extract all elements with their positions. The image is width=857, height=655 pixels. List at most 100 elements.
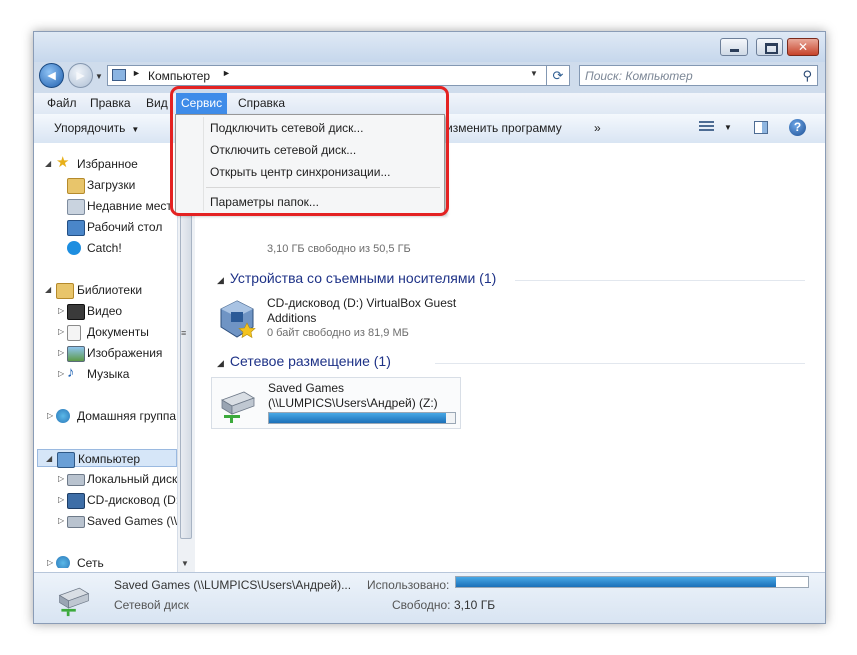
expand-arrow-icon[interactable]: ◢ (45, 281, 51, 299)
network-drive-name-line1: Saved Games (268, 381, 345, 395)
maximize-button[interactable] (756, 38, 783, 56)
view-options-icon[interactable] (699, 121, 714, 134)
sidebar-item-libraries[interactable]: ◢ Библиотеки (34, 281, 177, 299)
sidebar-item-recent[interactable]: Недавние мест (34, 197, 177, 215)
group-divider (515, 280, 805, 281)
breadcrumb-computer[interactable]: Компьютер (148, 69, 210, 83)
annotation-highlight (170, 86, 449, 216)
search-placeholder: Поиск: Компьютер (585, 69, 693, 83)
collapse-arrow-icon[interactable]: ▷ (47, 554, 53, 568)
breadcrumb-arrow-icon[interactable]: ► (132, 68, 141, 78)
collapse-arrow-icon[interactable]: ▷ (58, 302, 64, 320)
recent-pages-dropdown[interactable]: ▼ (95, 72, 103, 81)
navigation-pane: ◢ ★ Избранное Загрузки Недавние мест Раб… (34, 143, 178, 572)
address-dropdown-icon[interactable]: ▼ (530, 69, 538, 78)
sidebar-item-favorites[interactable]: ◢ ★ Избранное (34, 154, 177, 173)
collapse-arrow-icon[interactable]: ▷ (58, 323, 64, 341)
breadcrumb-arrow-icon[interactable]: ► (222, 68, 231, 78)
cd-drive-name: CD-дисковод (D:) VirtualBox Guest Additio… (267, 296, 456, 326)
sidebar-item-pictures[interactable]: ▷ Изображения (34, 344, 177, 362)
change-program-button[interactable]: изменить программу (446, 121, 562, 135)
expand-arrow-icon[interactable]: ◢ (45, 155, 51, 173)
menu-view[interactable]: Вид (141, 93, 173, 114)
search-icon[interactable]: ⚲ (802, 68, 812, 84)
sidebar-item-music[interactable]: ▷ ♪ Музыка (34, 364, 177, 383)
chevron-down-icon[interactable]: ▼ (724, 123, 732, 132)
sidebar-item-label: Catch! (87, 241, 122, 255)
details-pane: Saved Games (\\LUMPICS\Users\Андрей)... … (34, 572, 825, 623)
cd-drive-item[interactable]: CD-дисковод (D:) VirtualBox Guest Additio… (211, 293, 471, 345)
collapse-arrow-icon[interactable]: ▷ (58, 512, 64, 530)
virtualbox-cd-icon (220, 300, 256, 339)
computer-icon (112, 69, 126, 81)
collapse-arrow-icon[interactable]: ▷ (58, 470, 64, 488)
sidebar-item-documents[interactable]: ▷ Документы (34, 323, 177, 341)
forward-button[interactable]: ► (68, 63, 93, 88)
hidden-drive-free-space: 3,10 ГБ свободно из 50,5 ГБ (267, 243, 411, 255)
sidebar-item-label: Сеть (77, 556, 104, 568)
sidebar-item-saved-games[interactable]: ▷ Saved Games (\\L (34, 512, 177, 530)
pictures-icon (67, 346, 85, 362)
removable-group-header[interactable]: ◢ Устройства со съемными носителями (1) (217, 270, 496, 286)
cd-drive-free-space: 0 байт свободно из 81,9 МБ (267, 327, 409, 339)
collapse-arrow-icon[interactable]: ▷ (58, 365, 64, 383)
network-group-header[interactable]: ◢ Сетевое размещение (1) (217, 353, 391, 369)
menu-file[interactable]: Файл (42, 93, 82, 114)
collapse-arrow-icon[interactable]: ▷ (47, 407, 53, 425)
recent-places-icon (67, 199, 85, 215)
sidebar-item-label: Локальный диск (87, 472, 177, 486)
sidebar-item-desktop[interactable]: Рабочий стол (34, 218, 177, 236)
sidebar-item-computer[interactable]: ◢ Компьютер (37, 449, 177, 468)
details-usage-bar (455, 576, 809, 588)
search-input[interactable]: Поиск: Компьютер ⚲ (579, 65, 818, 86)
video-icon (67, 304, 85, 320)
hard-drive-icon (67, 474, 85, 486)
usage-bar-fill (456, 577, 777, 587)
back-button[interactable]: ◄ (39, 63, 64, 88)
more-commands-button[interactable]: » (594, 121, 601, 135)
refresh-button[interactable]: ⟳ (546, 65, 570, 86)
homegroup-icon (56, 409, 70, 423)
group-header-label: Сетевое размещение (1) (229, 353, 391, 369)
help-icon[interactable]: ? (789, 119, 806, 136)
preview-pane-icon[interactable] (754, 121, 768, 134)
organize-button[interactable]: Упорядочить ▼ (54, 121, 139, 135)
group-collapse-icon[interactable]: ◢ (217, 275, 224, 285)
sidebar-item-homegroup[interactable]: ▷ Домашняя группа (34, 407, 177, 425)
sidebar-item-label: CD-дисковод (D: (87, 493, 177, 507)
sidebar-item-label: Документы (87, 325, 149, 339)
sidebar-item-label: Избранное (77, 157, 138, 171)
sidebar-item-catch[interactable]: Catch! (34, 239, 177, 257)
network-drive-item[interactable]: Saved Games (\\LUMPICS\Users\Андрей) (Z:) (211, 377, 461, 429)
scroll-thumb[interactable] (180, 159, 192, 539)
sidebar-item-label: Библиотеки (77, 283, 143, 297)
arrow-left-icon: ◄ (44, 67, 59, 83)
menu-edit[interactable]: Правка (85, 93, 136, 114)
usage-bar-fill (269, 413, 446, 423)
sidebar-item-label: Загрузки (87, 178, 136, 192)
sidebar-item-video[interactable]: ▷ Видео (34, 302, 177, 320)
sidebar-item-label: Компьютер (78, 452, 141, 466)
details-used-label: Использовано: (367, 578, 450, 592)
expand-arrow-icon[interactable]: ◢ (46, 450, 52, 468)
sidebar-item-cd-drive[interactable]: ▷ CD-дисковод (D: (34, 491, 177, 509)
sidebar-item-downloads[interactable]: Загрузки (34, 176, 177, 194)
sidebar-item-network[interactable]: ▷ Сеть (34, 554, 177, 568)
minimize-button[interactable] (720, 38, 748, 56)
sidebar-item-label: Рабочий стол (87, 220, 163, 234)
scroll-down-icon[interactable]: ▼ (181, 559, 189, 568)
star-icon: ★ (56, 154, 70, 171)
collapse-arrow-icon[interactable]: ▷ (58, 344, 64, 362)
catch-icon (67, 241, 81, 255)
group-collapse-icon[interactable]: ◢ (217, 358, 224, 368)
sidebar-item-local-disk[interactable]: ▷ Локальный диск (34, 470, 177, 488)
details-item-type: Сетевой диск (114, 598, 189, 612)
virtualbox-cd-icon (67, 493, 85, 509)
group-header-label: Устройства со съемными носителями (1) (229, 270, 497, 286)
close-button[interactable] (787, 38, 819, 56)
address-bar[interactable]: ► Компьютер ► ▼ (107, 65, 570, 86)
collapse-arrow-icon[interactable]: ▷ (58, 491, 64, 509)
cd-drive-name-line2: Additions (267, 311, 317, 325)
sidebar-item-label: Недавние мест (87, 199, 172, 213)
details-free-label: Свободно: (392, 598, 451, 612)
